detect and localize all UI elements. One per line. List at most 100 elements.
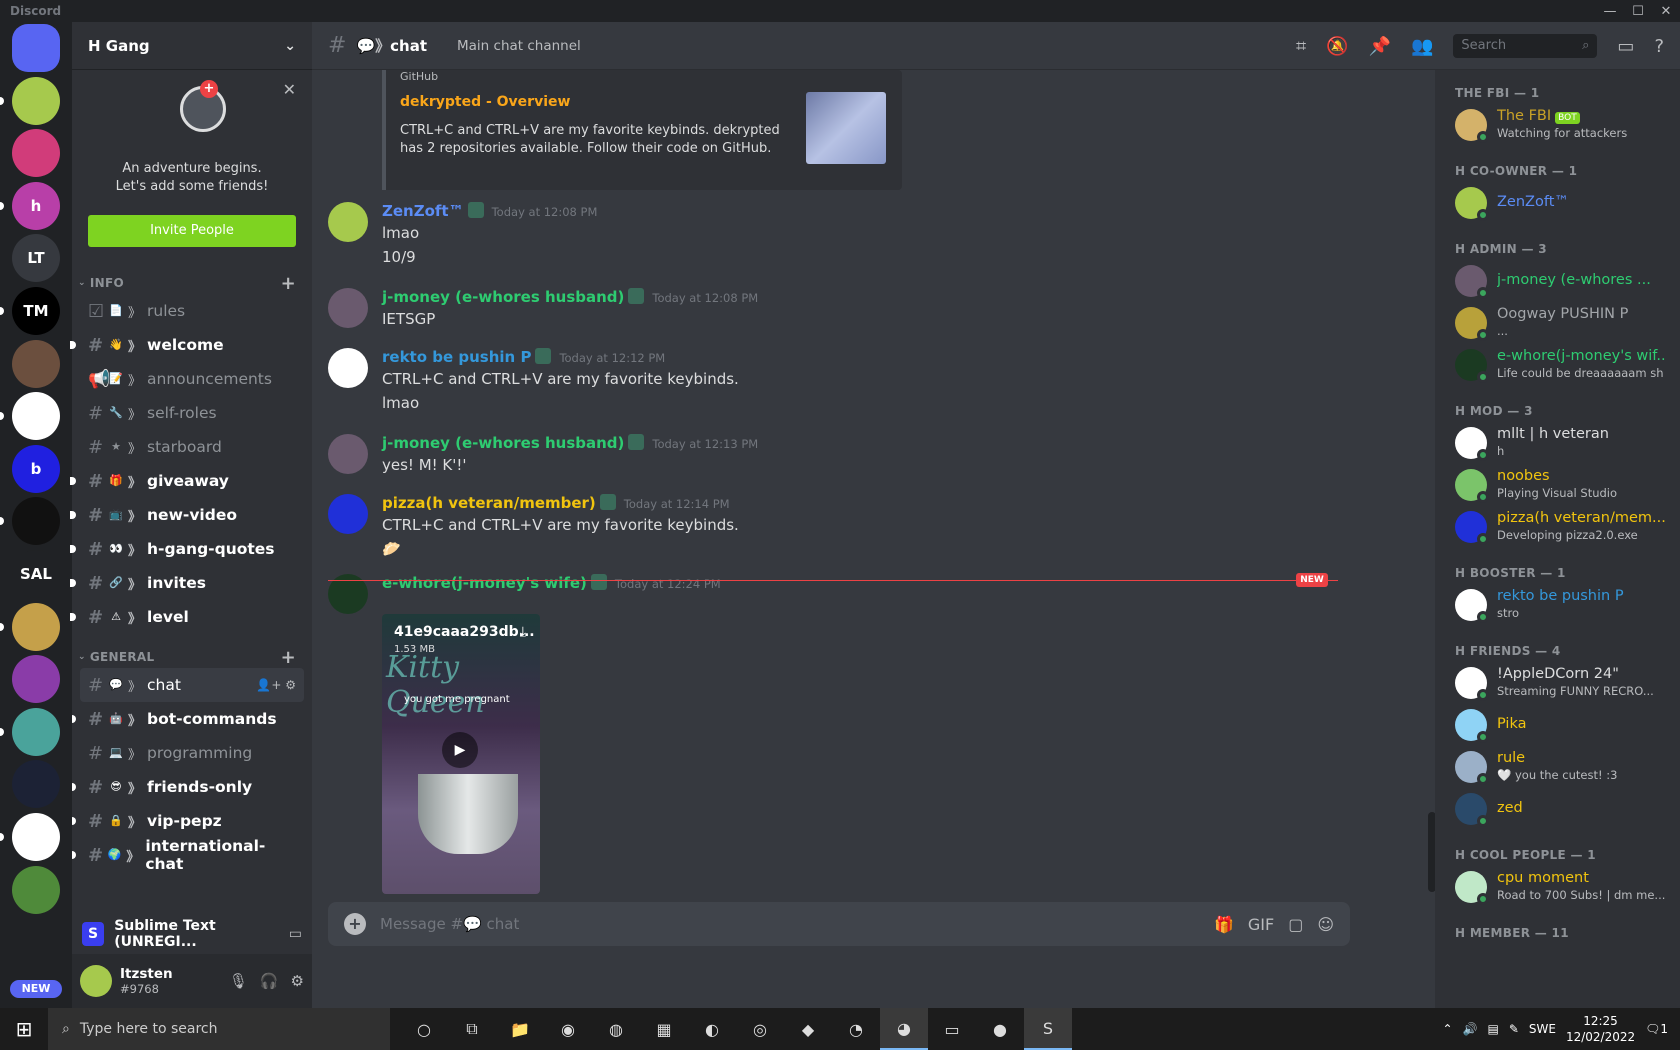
- pen-icon[interactable]: ✎: [1509, 1022, 1519, 1036]
- gif-icon[interactable]: GIF: [1248, 915, 1274, 934]
- server-icon-16[interactable]: [12, 865, 60, 914]
- avatar[interactable]: [328, 348, 368, 388]
- channel-level[interactable]: # ⚠ 》 level: [70, 600, 304, 634]
- message-input[interactable]: Message #💬 chat: [380, 915, 519, 933]
- app-icon[interactable]: ◐: [688, 1008, 736, 1050]
- server-icon-3[interactable]: h: [12, 181, 60, 230]
- channel-starboard[interactable]: # ★ 》 starboard: [80, 430, 304, 464]
- attach-plus-icon[interactable]: +: [344, 913, 366, 935]
- member-item[interactable]: zed: [1455, 788, 1670, 830]
- member-item[interactable]: !AppleDCorn 24" Streaming FUNNY RECRO...: [1455, 662, 1670, 704]
- author-name[interactable]: rekto be pushin P: [382, 348, 531, 366]
- server-icon-10[interactable]: SAL: [12, 550, 60, 598]
- mute-channel-icon[interactable]: 🔕: [1326, 36, 1348, 57]
- network-icon[interactable]: ▤: [1487, 1022, 1498, 1036]
- channel-h-gang-quotes[interactable]: # 👀 》 h-gang-quotes: [70, 532, 304, 566]
- avatar[interactable]: [328, 434, 368, 474]
- headphones-icon[interactable]: 🎧: [260, 972, 279, 990]
- threads-icon[interactable]: ⌗: [1296, 36, 1306, 57]
- server-icon-15[interactable]: [12, 813, 60, 861]
- screen-share-icon[interactable]: ▭: [289, 926, 302, 942]
- member-item[interactable]: Pika: [1455, 704, 1670, 746]
- channel-giveaway[interactable]: # 🎁 》 giveaway: [70, 464, 304, 498]
- download-icon[interactable]: ⤓: [520, 624, 526, 640]
- channel-friends-only[interactable]: # 😎 》 friends-only: [72, 770, 304, 804]
- channel-chat[interactable]: # 💬 》 chat 👤+ ⚙: [80, 668, 304, 702]
- server-icon-13[interactable]: [12, 707, 60, 756]
- inbox-icon[interactable]: ▭: [1617, 36, 1634, 57]
- server-icon-2[interactable]: [12, 129, 60, 178]
- author-name[interactable]: e-whore(j-money's wife): [382, 574, 587, 592]
- server-icon-14[interactable]: [12, 760, 60, 809]
- channel-welcome[interactable]: # 👋 》 welcome: [70, 328, 304, 362]
- channel-rules[interactable]: ☑ 📄 》 rules: [80, 294, 304, 328]
- gear-icon[interactable]: ⚙: [291, 972, 304, 990]
- member-list-icon[interactable]: 👥: [1411, 36, 1433, 57]
- embed-thumbnail[interactable]: [806, 92, 886, 164]
- task-view-icon[interactable]: ⧉: [448, 1008, 496, 1050]
- server-icon-5[interactable]: TM: [12, 287, 60, 335]
- search-input[interactable]: Search ⌕: [1453, 34, 1598, 58]
- server-icon-11[interactable]: [12, 602, 60, 651]
- category-info[interactable]: ⌄ INFO +: [72, 260, 312, 294]
- store-icon[interactable]: ▦: [640, 1008, 688, 1050]
- category-general[interactable]: ⌄ GENERAL +: [72, 634, 312, 668]
- chrome-icon[interactable]: ◎: [736, 1008, 784, 1050]
- notification-icon[interactable]: 🗨1: [1645, 1022, 1668, 1036]
- channel-announcements[interactable]: 📢 📝 》 announcements: [80, 362, 304, 396]
- author-name[interactable]: ZenZoft™: [382, 202, 464, 220]
- member-item[interactable]: mllt | h veteran h: [1455, 422, 1670, 464]
- channel-invites[interactable]: # 🔗 》 invites: [70, 566, 304, 600]
- discord-home-icon[interactable]: [12, 24, 60, 72]
- close-icon[interactable]: ✕: [283, 80, 296, 99]
- channel-self-roles[interactable]: # 🔧 》 self-roles: [80, 396, 304, 430]
- sublime-taskbar-icon[interactable]: S: [1024, 1008, 1072, 1050]
- channel-vip-pepz[interactable]: # 🔒 》 vip-pepz: [72, 804, 304, 838]
- author-name[interactable]: j-money (e-whores husband): [382, 434, 624, 452]
- close-window-button[interactable]: ✕: [1652, 0, 1680, 22]
- minimize-button[interactable]: —: [1596, 0, 1624, 22]
- server-icon-7[interactable]: [12, 392, 60, 441]
- maximize-button[interactable]: ☐: [1624, 0, 1652, 22]
- channel-settings-icon[interactable]: 👤+ ⚙: [256, 678, 296, 692]
- server-icon-12[interactable]: [12, 655, 60, 704]
- app-icon[interactable]: ●: [976, 1008, 1024, 1050]
- app-icon[interactable]: ◍: [592, 1008, 640, 1050]
- gift-icon[interactable]: 🎁: [1214, 915, 1234, 934]
- channel-international-chat[interactable]: # 🌍 》 international-chat: [72, 837, 304, 873]
- add-channel-icon[interactable]: +: [281, 647, 296, 668]
- pin-icon[interactable]: 📌: [1369, 36, 1391, 57]
- member-item[interactable]: rekto be pushin P stro: [1455, 584, 1670, 626]
- server-icon-4[interactable]: LT: [12, 234, 60, 283]
- blender-icon[interactable]: ◔: [832, 1008, 880, 1050]
- channel-event[interactable]: ◎event: [80, 872, 304, 876]
- author-name[interactable]: pizza(h veteran/member): [382, 494, 596, 512]
- member-item[interactable]: noobes Playing Visual Studio: [1455, 464, 1670, 506]
- app-icon[interactable]: ◆: [784, 1008, 832, 1050]
- volume-icon[interactable]: 🔊: [1463, 1022, 1478, 1036]
- avatar[interactable]: [328, 288, 368, 328]
- server-icon-8[interactable]: b: [12, 444, 60, 493]
- app-icon[interactable]: ◉: [544, 1008, 592, 1050]
- chevron-up-icon[interactable]: ⌃: [1442, 1022, 1452, 1036]
- file-explorer-icon[interactable]: 📁: [496, 1008, 544, 1050]
- cortana-icon[interactable]: ○: [400, 1008, 448, 1050]
- channel-new-video[interactable]: # 📺 》 new-video: [70, 498, 304, 532]
- avatar[interactable]: [328, 202, 368, 242]
- member-item[interactable]: rule 🤍 you the cutest! :3: [1455, 746, 1670, 788]
- avatar[interactable]: [328, 494, 368, 534]
- message-composer[interactable]: + Message #💬 chat 🎁 GIF ▢ ☺: [328, 902, 1350, 946]
- emoji-icon[interactable]: ☺: [1317, 915, 1334, 934]
- member-item[interactable]: cpu moment Road to 700 Subs! | dm me...: [1455, 866, 1670, 908]
- server-icon-9[interactable]: [12, 497, 60, 546]
- invite-people-button[interactable]: Invite People: [88, 215, 296, 247]
- avatar[interactable]: [80, 965, 112, 997]
- member-item[interactable]: pizza(h veteran/mem... Developing pizza2.…: [1455, 506, 1670, 548]
- member-item[interactable]: e-whore(j-money's wif... Life could be dr…: [1455, 344, 1670, 386]
- taskbar-search-input[interactable]: ⌕ Type here to search: [48, 1008, 390, 1050]
- mute-mic-icon[interactable]: 🎙: [229, 972, 248, 990]
- server-icon-6[interactable]: [12, 339, 60, 388]
- member-item[interactable]: The FBI BOT Watching for attackers: [1455, 104, 1670, 146]
- channel-bot-commands[interactable]: # 🤖 》 bot-commands: [72, 702, 304, 736]
- clock[interactable]: 12:25 12/02/2022: [1566, 1013, 1635, 1045]
